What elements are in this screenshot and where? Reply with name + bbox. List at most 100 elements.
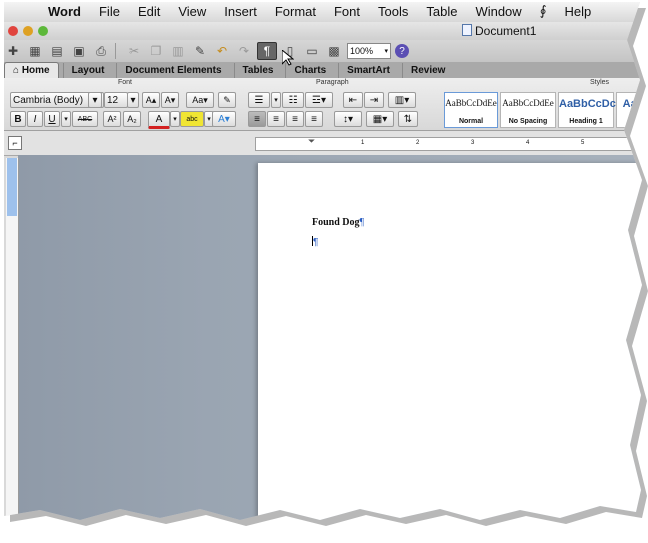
indent-marker-icon[interactable]: ⏷ [308,136,315,147]
line-spacing-icon[interactable]: ↕▾ [334,111,362,127]
tab-smartart[interactable]: SmartArt [338,63,398,78]
ruler-mark-2: 2 [416,140,420,146]
group-label-styles: Styles [590,79,610,86]
home-icon: ⌂ [13,65,20,76]
print-icon[interactable]: ⎙ [92,43,110,59]
highlight-color-icon[interactable]: abc [180,111,204,127]
underline-button[interactable]: U [44,111,60,127]
toolbar-separator [115,43,116,59]
bullets-dropdown-icon[interactable]: ▾ [271,92,281,108]
menu-app-word[interactable]: Word [48,4,81,19]
menu-font[interactable]: Font [334,4,360,19]
open-folder-icon[interactable]: ▤ [48,43,66,59]
window-title-text: Document1 [475,24,537,38]
menu-insert[interactable]: Insert [224,4,257,19]
subscript-icon[interactable]: A₂ [123,111,141,127]
font-size-select[interactable]: 12 [104,92,128,108]
zoom-dropdown-icon[interactable]: ▾ [384,47,388,55]
increase-indent-icon[interactable]: ⇥ [364,92,384,108]
align-center-button[interactable]: ≡ [267,111,285,127]
text-effects-icon[interactable]: A▾ [212,111,236,127]
ribbon-panel: Font Paragraph Styles Cambria (Body) ▾ 1… [4,78,642,131]
style-no-spacing[interactable]: AaBbCcDdEe No Spacing [500,92,556,128]
font-size-dropdown-icon[interactable]: ▾ [127,92,139,108]
menu-file[interactable]: File [99,4,120,19]
group-label-font: Font [118,79,133,86]
change-case-icon[interactable]: Aa▾ [186,92,214,108]
copy-icon[interactable]: ❐ [147,43,165,59]
script-menu-icon[interactable]: ∮ [540,3,547,19]
justify-button[interactable]: ≡ [305,111,323,127]
superscript-icon[interactable]: A² [103,111,121,127]
font-name-dropdown-icon[interactable]: ▾ [88,92,102,108]
underline-dropdown-icon[interactable]: ▾ [61,111,71,127]
help-icon[interactable]: ? [395,44,409,58]
media-browser-icon[interactable]: ▩ [325,43,343,59]
ruler-mark-4: 4 [526,140,530,146]
style-normal[interactable]: AaBbCcDdEe Normal [444,92,498,128]
style-no-spacing-name: No Spacing [508,118,548,125]
horizontal-ruler[interactable]: 1 2 3 4 5 ⏷ [255,136,642,151]
ruler-mark-5: 5 [581,140,585,146]
new-from-template-icon[interactable]: ✚ [4,43,22,59]
document-heading-text: Found Dog [312,217,360,228]
show-hide-pilcrow-icon[interactable]: ¶ [257,42,277,60]
zoom-select[interactable]: 100% ▾ [347,43,391,59]
numbering-icon[interactable]: ☷ [282,92,304,108]
style-normal-sample: AaBbCcDdEe [445,98,497,108]
tab-home-label: Home [21,65,50,76]
columns-icon[interactable]: ▥▾ [388,92,416,108]
vertical-ruler[interactable] [6,158,19,518]
menu-bar: Word File Edit View Insert Format Font T… [4,2,642,23]
borders-icon[interactable]: ▦▾ [366,111,394,127]
bullets-icon[interactable]: ☰ [248,92,270,108]
cut-icon[interactable]: ✂ [125,43,143,59]
sort-icon[interactable]: ⇅ [398,111,418,127]
menu-window[interactable]: Window [475,4,521,19]
tab-layout[interactable]: Layout [62,63,113,78]
bold-button[interactable]: B [10,111,26,127]
menu-tools[interactable]: Tools [378,4,408,19]
undo-icon[interactable]: ↶ [213,43,231,59]
tab-review[interactable]: Review [401,63,453,78]
align-left-button[interactable]: ≡ [248,111,266,127]
align-right-button[interactable]: ≡ [286,111,304,127]
tab-home[interactable]: ⌂ Home [4,62,59,78]
ruler-row: ⌐ 1 2 3 4 5 ⏷ [4,131,642,156]
tab-tables[interactable]: Tables [233,63,282,78]
insertion-point-line[interactable]: ¶ [312,236,318,248]
tab-document-elements[interactable]: Document Elements [116,63,229,78]
document-icon [462,24,472,36]
close-window-button[interactable] [8,26,18,36]
gallery-icon[interactable]: ▭ [303,43,321,59]
multilevel-list-icon[interactable]: ☲▾ [305,92,333,108]
font-color-dropdown-icon[interactable]: ▾ [170,111,180,127]
menu-edit[interactable]: Edit [138,4,160,19]
style-heading-1[interactable]: AaBbCcDc Heading 1 [558,92,616,128]
ribbon-tab-bar: ⌂ Home Layout Document Elements Tables C… [4,62,642,78]
font-color-icon[interactable]: A [148,111,170,129]
zoom-value: 100% [350,46,374,56]
group-label-paragraph: Paragraph [316,79,349,86]
strikethrough-icon[interactable]: ABC [72,111,98,127]
shrink-font-icon[interactable]: A▾ [161,92,179,108]
minimize-window-button[interactable] [23,26,33,36]
screenshot-frame: Word File Edit View Insert Format Font T… [4,2,642,520]
clear-formatting-icon[interactable]: ✎ [218,92,236,108]
italic-button[interactable]: I [27,111,43,127]
menu-view[interactable]: View [178,4,206,19]
menu-help[interactable]: Help [564,4,591,19]
menu-table[interactable]: Table [426,4,457,19]
decrease-indent-icon[interactable]: ⇤ [343,92,363,108]
grow-font-icon[interactable]: A▴ [142,92,160,108]
menu-format[interactable]: Format [275,4,316,19]
document-text-line[interactable]: Found Dog¶ [312,217,364,228]
new-document-icon[interactable]: ▦ [26,43,44,59]
paste-icon[interactable]: ▥ [169,43,187,59]
zoom-window-button[interactable] [38,26,48,36]
font-name-value: Cambria (Body) [13,94,84,106]
format-painter-icon[interactable]: ✎ [191,43,209,59]
redo-icon[interactable]: ↷ [235,43,253,59]
save-icon[interactable]: ▣ [70,43,88,59]
tab-selector-icon[interactable]: ⌐ [8,136,22,150]
